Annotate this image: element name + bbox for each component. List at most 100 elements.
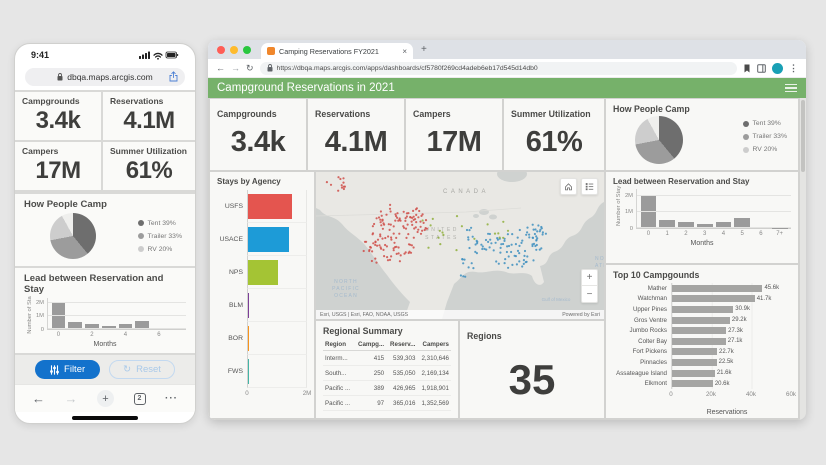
home-indicator[interactable] <box>72 415 138 420</box>
close-window-icon[interactable] <box>217 45 225 54</box>
bar[interactable] <box>248 259 279 285</box>
stays-by-agency-chart[interactable]: USFS USACE NPS BLM BOR FWS 0 2M <box>217 190 311 418</box>
bar[interactable] <box>672 316 730 324</box>
bar[interactable] <box>672 295 755 303</box>
legend-item[interactable]: RV 20% <box>742 143 788 156</box>
regional-summary-table[interactable]: Region Campg... Reserv... Campers Interm... 4… <box>323 339 451 411</box>
chart-bar-row[interactable]: BLM <box>217 289 307 322</box>
dashboard-scrollbar[interactable] <box>800 98 806 420</box>
bar-track: 22.7k <box>671 346 791 358</box>
new-tab-icon[interactable]: + <box>97 390 114 408</box>
legend-item[interactable]: RV 20% <box>137 243 183 256</box>
bar[interactable] <box>248 226 289 252</box>
x-tick: 4 <box>721 231 726 237</box>
zoom-out-button[interactable]: − <box>582 286 597 302</box>
legend-dot <box>137 233 144 240</box>
legend-item[interactable]: Trailer 33% <box>137 230 182 243</box>
top10-bar-chart[interactable]: Mather 45.6k Watchman 41.7k Upper Pines 30.9k… <box>613 283 796 400</box>
stat-value: 17M <box>35 156 81 184</box>
chart-bar-row[interactable]: USFS <box>217 190 307 223</box>
forward-icon[interactable]: → <box>231 63 240 73</box>
chart-bar-row[interactable]: Watchman 41.7k <box>613 293 791 305</box>
browser-menu-icon[interactable]: ⋮ <box>789 63 798 74</box>
forward-icon[interactable]: → <box>65 391 78 406</box>
tabs-icon[interactable]: 2 <box>133 392 146 405</box>
chart-bar-row[interactable]: Gros Ventre 29.2k <box>613 314 791 326</box>
browser-tab[interactable]: Camping Reservations FY2021 × <box>261 43 413 59</box>
share-icon[interactable] <box>169 70 178 82</box>
back-icon[interactable]: ← <box>32 391 45 406</box>
stat-label: Campers <box>22 145 59 156</box>
phone-url-bar[interactable]: dbqa.maps.arcgis.com <box>25 67 185 86</box>
chart-bar-row[interactable]: Jumbo Rocks 27.3k <box>613 325 791 336</box>
table-row[interactable]: Pacific ... 389 426,965 1,918,901 <box>323 380 451 396</box>
table-header-row: Region Campg... Reserv... Campers <box>323 339 451 351</box>
map-home-button[interactable] <box>560 178 577 195</box>
chart-bar-row[interactable]: Elkmont 20.6k <box>613 378 791 389</box>
legend-item[interactable]: Tent 39% <box>742 117 788 130</box>
bar[interactable] <box>248 292 250 318</box>
side-panel-icon[interactable] <box>757 63 766 73</box>
filter-button[interactable]: Filter <box>35 360 101 380</box>
legend-item[interactable]: Trailer 33% <box>742 130 787 143</box>
legend-dot <box>742 146 749 153</box>
x-tick: 0 <box>56 331 61 338</box>
close-tab-icon[interactable]: × <box>402 47 407 56</box>
how-people-camp-pie[interactable] <box>635 116 683 164</box>
chart-bar-row[interactable]: Colter Bay 27.1k <box>613 335 791 347</box>
chart-bar-row[interactable]: USACE <box>217 223 307 256</box>
scrollbar-thumb[interactable] <box>801 100 805 172</box>
bar[interactable] <box>672 348 718 356</box>
address-bar[interactable]: https://dbqa.maps.arcgis.com/apps/dashbo… <box>259 61 737 75</box>
back-icon[interactable]: ← <box>216 63 225 73</box>
bar[interactable] <box>672 284 763 292</box>
bar-track: 27.3k <box>671 325 791 336</box>
lead-bar-chart[interactable] <box>47 297 186 330</box>
reset-button[interactable]: ↻ Reset <box>109 360 175 380</box>
phone-filter-bar: Filter ↻ Reset <box>15 352 195 385</box>
bar[interactable] <box>672 358 717 366</box>
hamburger-menu-icon[interactable] <box>785 83 797 93</box>
bar[interactable] <box>672 327 727 335</box>
map-legend-button[interactable] <box>581 178 598 195</box>
y-tick: 1M <box>35 313 44 320</box>
table-row[interactable]: South... 250 535,050 2,169,134 <box>323 365 451 381</box>
chart-bar-row[interactable]: BOR <box>217 322 307 355</box>
bookmark-icon[interactable] <box>743 64 751 73</box>
gridline <box>48 327 186 329</box>
how-people-camp-pie[interactable] <box>50 213 96 260</box>
chart-bar-row[interactable]: Fort Pickens 22.7k <box>613 346 791 358</box>
bar[interactable] <box>672 369 715 377</box>
x-tick <box>102 330 116 338</box>
chart-bar-row[interactable]: Assateague Island 21.6k <box>613 367 791 379</box>
table-row[interactable]: Interm... 415 539,303 2,310,646 <box>323 350 451 366</box>
chart-bar-row[interactable]: NPS <box>217 256 307 289</box>
signal-icon <box>139 51 150 59</box>
bar-category-label: Pinnacles <box>640 358 667 366</box>
legend-item[interactable]: Tent 39% <box>137 217 183 230</box>
regions-value: 35 <box>508 356 556 403</box>
chart-bar-row[interactable]: FWS <box>217 355 307 388</box>
profile-avatar[interactable] <box>772 62 783 74</box>
bar[interactable] <box>248 325 249 351</box>
zoom-in-button[interactable]: + <box>582 270 597 286</box>
x-tick: 6 <box>157 331 161 338</box>
maximize-window-icon[interactable] <box>243 45 251 54</box>
reload-icon[interactable]: ↻ <box>246 63 254 74</box>
table-row[interactable]: Pacific ... 97 365,016 1,352,569 <box>323 395 451 411</box>
table-cell: 2,310,646 <box>417 350 451 366</box>
lead-bar-chart[interactable] <box>636 189 791 229</box>
chart-bar-row[interactable]: Mather 45.6k <box>613 283 791 294</box>
bar[interactable] <box>672 380 713 388</box>
chart-bar-row[interactable]: Pinnacles 22.5k <box>613 357 791 368</box>
chart-bar-row[interactable]: Upper Pines 30.9k <box>613 304 791 315</box>
bar[interactable] <box>672 305 734 313</box>
bar[interactable] <box>248 193 292 219</box>
bar-category-label: USFS <box>224 203 243 210</box>
more-icon[interactable]: ··· <box>165 393 178 404</box>
minimize-window-icon[interactable] <box>230 45 238 54</box>
map-panel[interactable]: CANADA UNITED STATES NORTH PACIFIC OCEAN… <box>316 172 604 319</box>
new-tab-button[interactable]: + <box>421 44 427 55</box>
x-tick: 0 <box>646 231 651 237</box>
bar[interactable] <box>672 337 726 345</box>
